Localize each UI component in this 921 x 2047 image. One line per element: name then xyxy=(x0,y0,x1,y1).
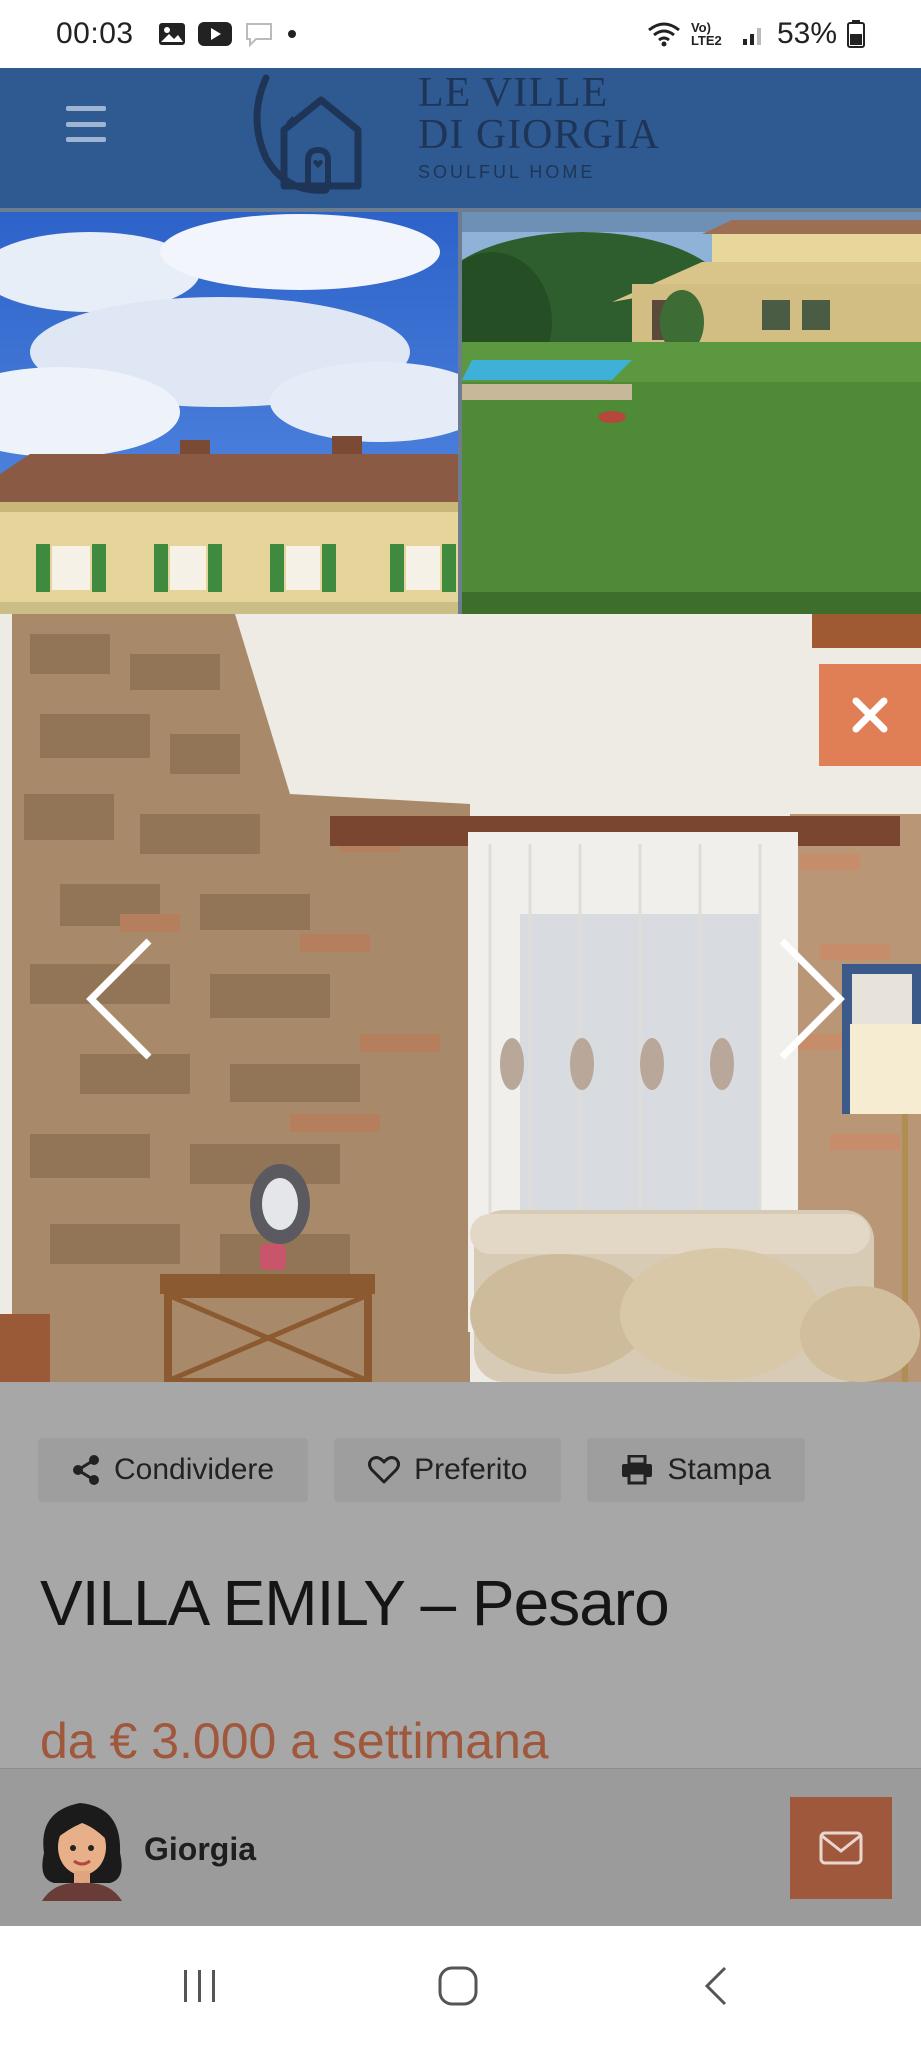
share-label: Condividere xyxy=(114,1453,275,1486)
home-icon xyxy=(438,1966,478,2006)
villa-facade-image xyxy=(0,212,458,614)
network-label: Vo) LTE2 xyxy=(690,20,722,48)
wifi-icon xyxy=(648,22,680,47)
printer-icon xyxy=(622,1455,653,1485)
youtube-icon xyxy=(197,22,232,46)
hamburger-menu-button[interactable] xyxy=(62,100,110,148)
menu-line xyxy=(66,137,106,142)
site-header: LE VILLE DI GIORGIA SOULFUL HOME xyxy=(0,68,921,208)
close-icon xyxy=(852,697,888,733)
favorite-label: Preferito xyxy=(414,1453,528,1486)
gallery-photo-villa-facade[interactable] xyxy=(0,212,458,614)
logo-title: LE VILLE DI GIORGIA xyxy=(418,72,660,156)
status-indicators: Vo) LTE2 53% xyxy=(647,17,865,51)
signal-icon xyxy=(742,28,761,45)
menu-line xyxy=(66,121,106,127)
next-photo-button[interactable] xyxy=(771,934,851,1064)
envelope-icon xyxy=(819,1831,863,1865)
gallery-photo-garden-pool[interactable] xyxy=(462,212,921,614)
status-time: 00:03 xyxy=(56,17,134,50)
chevron-left-icon xyxy=(86,938,152,1060)
agent-contact-bar: Giorgia xyxy=(0,1768,921,1926)
site-logo[interactable]: LE VILLE DI GIORGIA SOULFUL HOME xyxy=(246,68,686,208)
photo-gallery xyxy=(0,208,921,614)
logo-line-1: LE VILLE xyxy=(418,70,609,116)
print-label: Stampa xyxy=(667,1453,771,1486)
chevron-right-icon xyxy=(779,938,845,1060)
menu-line xyxy=(66,106,106,111)
share-button[interactable]: Condividere xyxy=(38,1438,309,1502)
message-icon xyxy=(245,23,272,47)
listing-actions: Condividere Preferito Stampa xyxy=(38,1438,805,1502)
battery-icon xyxy=(847,20,865,48)
recent-apps-icon xyxy=(184,1970,215,2002)
listing-title: VILLA EMILY – Pesaro xyxy=(40,1567,670,1639)
status-bar: 00:03 Vo) LTE2 53% xyxy=(0,0,921,68)
dot-icon xyxy=(287,30,296,38)
share-icon xyxy=(73,1455,99,1485)
agent-name: Giorgia xyxy=(144,1831,257,1867)
logo-line-2: DI GIORGIA xyxy=(418,112,661,158)
listing-price: da € 3.000 a settimana xyxy=(40,1713,549,1769)
listing-details: Condividere Preferito Stampa VILLA EMILY… xyxy=(0,1382,921,1769)
lightbox-photo-living-room xyxy=(0,614,921,1382)
close-lightbox-button[interactable] xyxy=(819,664,921,766)
battery-percent: 53% xyxy=(776,17,837,50)
home-button[interactable] xyxy=(418,1956,498,2016)
notification-icons xyxy=(158,21,298,47)
agent-avatar xyxy=(42,1803,122,1901)
contact-email-button[interactable] xyxy=(790,1797,892,1899)
favorite-button[interactable]: Preferito xyxy=(334,1438,562,1502)
print-button[interactable]: Stampa xyxy=(587,1438,805,1502)
back-button[interactable] xyxy=(676,1956,756,2016)
gallery-icon xyxy=(158,23,185,45)
logo-tagline: SOULFUL HOME xyxy=(418,162,596,182)
system-navigation-bar xyxy=(0,1926,921,2047)
garden-pool-image xyxy=(462,212,921,614)
heart-icon xyxy=(368,1456,401,1484)
previous-photo-button[interactable] xyxy=(80,934,160,1064)
back-icon xyxy=(704,1966,727,2006)
recent-apps-button[interactable] xyxy=(160,1956,240,2016)
house-logo-icon xyxy=(253,74,362,194)
